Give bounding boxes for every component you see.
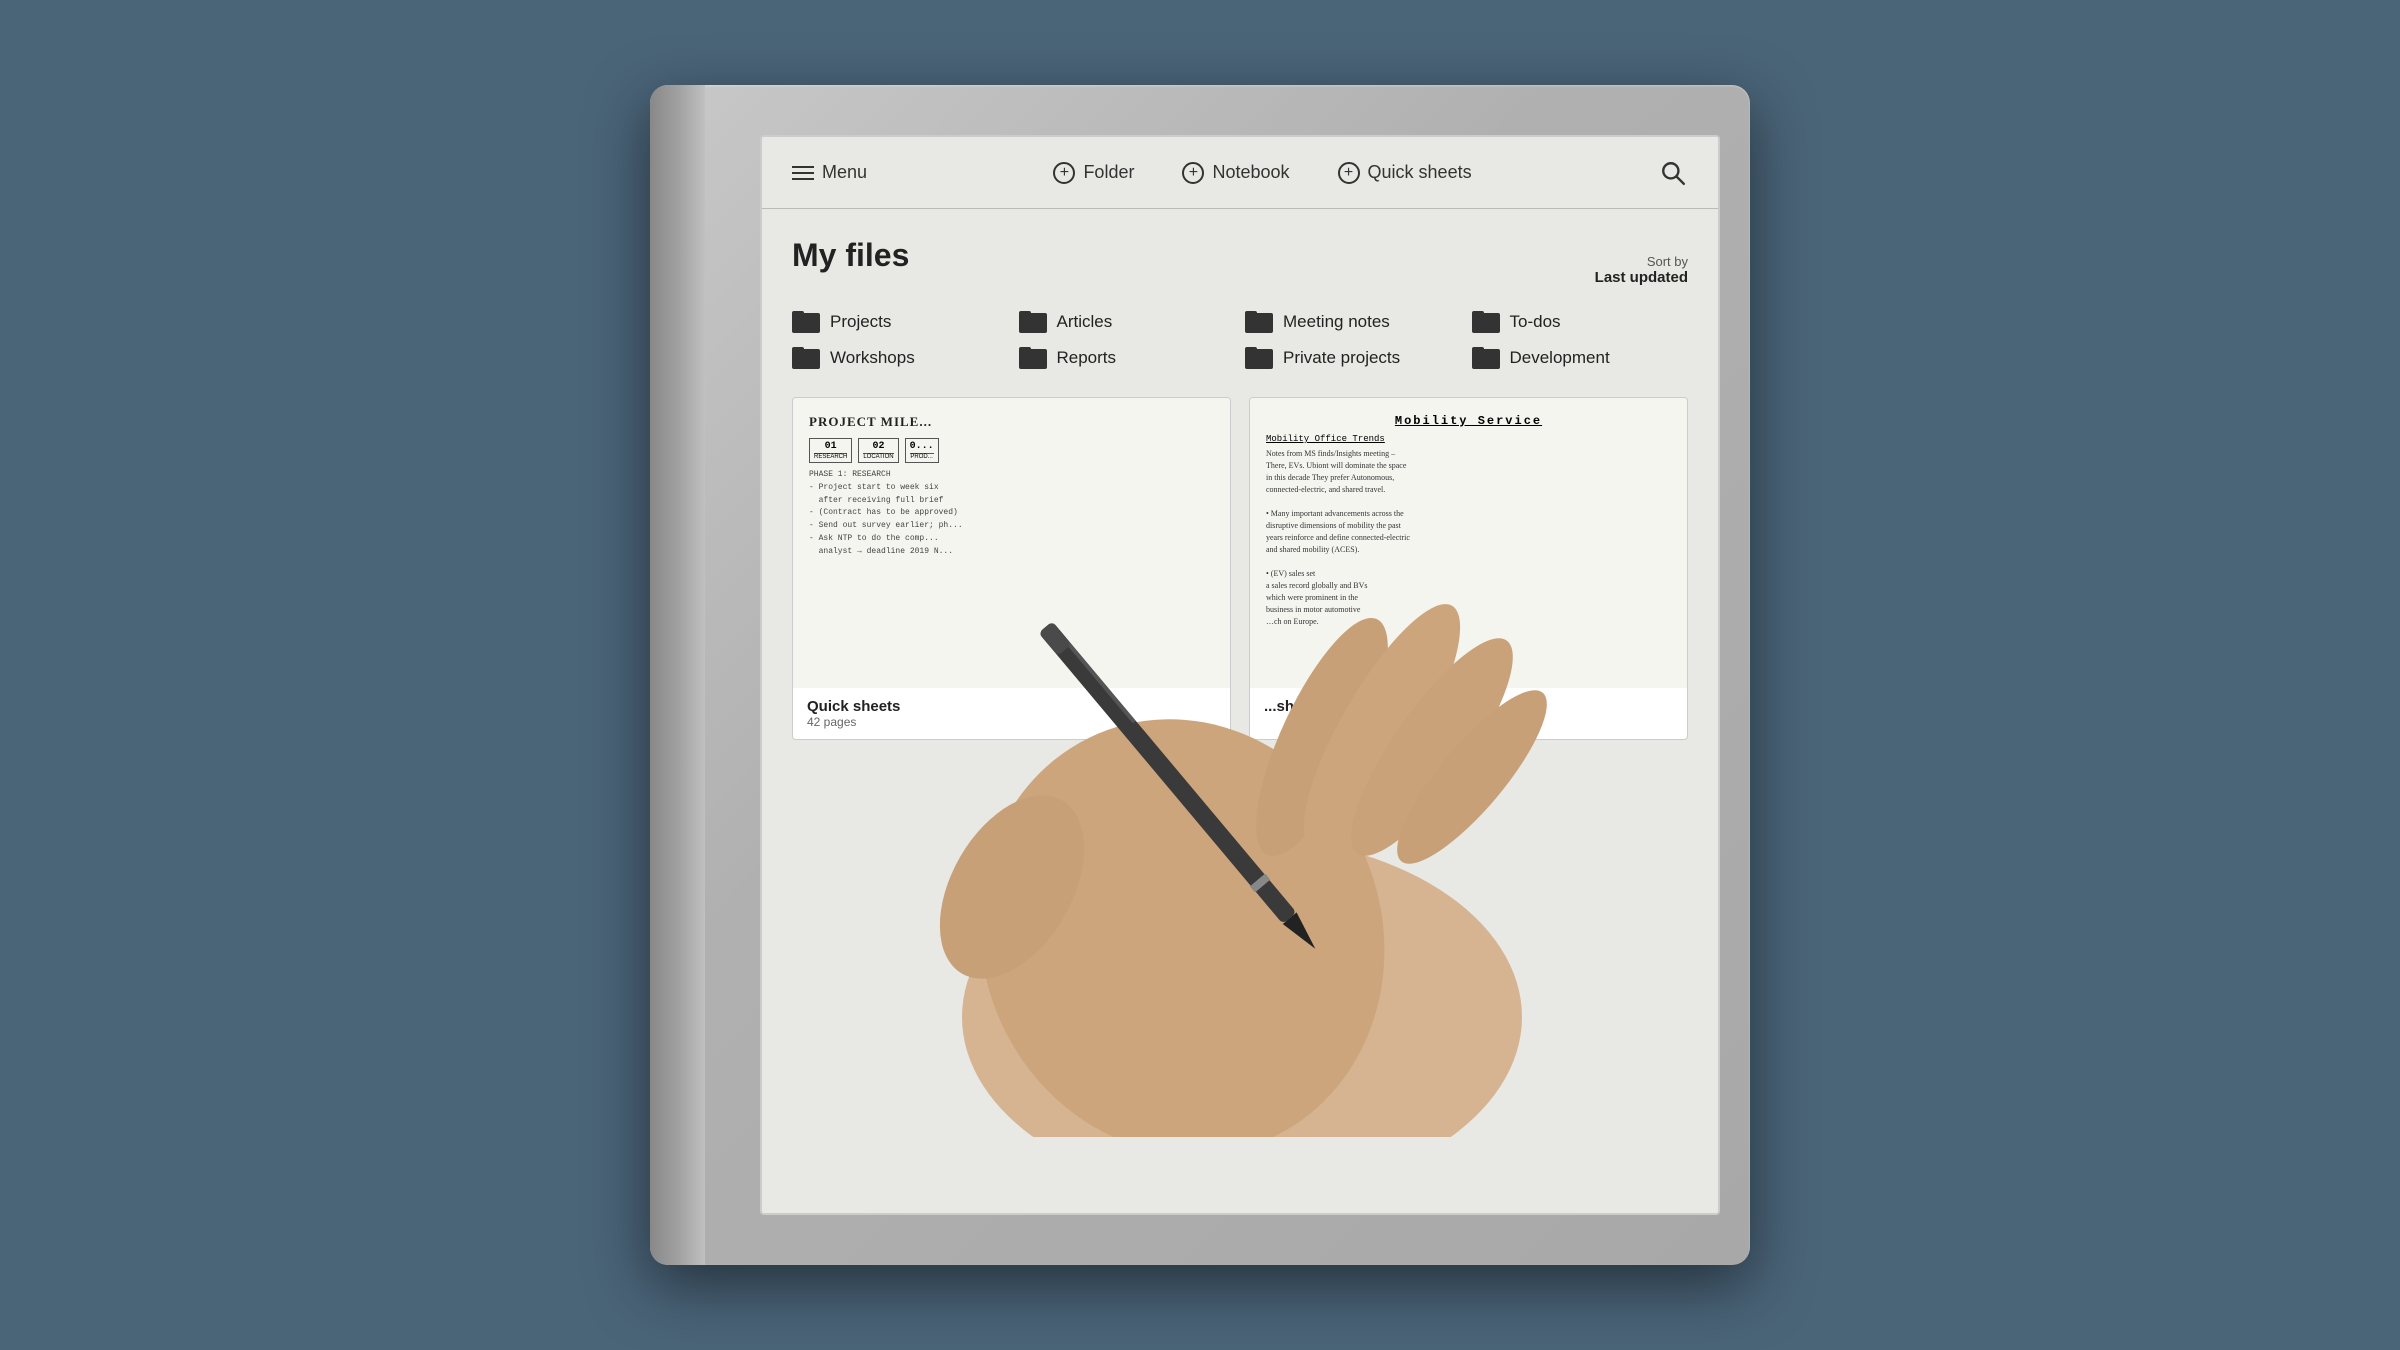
preview-project-title: Project Mile... <box>809 414 1214 430</box>
quick-sheets-title: Quick sheets <box>807 698 1216 715</box>
folder-icon-private-projects <box>1245 347 1273 369</box>
folder-name-reports: Reports <box>1057 348 1117 368</box>
sort-container: Sort by Last updated <box>1595 254 1688 287</box>
folder-item-private-projects[interactable]: Private projects <box>1245 347 1462 369</box>
menu-label: Menu <box>822 162 867 183</box>
device-spine <box>650 85 705 1265</box>
folder-icon-todos <box>1472 311 1500 333</box>
add-folder-icon: + <box>1053 162 1075 184</box>
folder-item-meeting-notes[interactable]: Meeting notes <box>1245 311 1462 333</box>
section-header: My files Sort by Last updated <box>792 237 1688 287</box>
folder-name-todos: To-dos <box>1510 312 1561 332</box>
notebook-label: Notebook <box>1212 162 1289 183</box>
navbar-center: + Folder + Notebook + Quick sheets <box>1053 162 1471 184</box>
mobility-preview-text: Notes from MS finds/Insights meeting – T… <box>1266 448 1671 628</box>
hamburger-icon <box>792 166 814 180</box>
folder-name-development: Development <box>1510 348 1610 368</box>
folder-item-todos[interactable]: To-dos <box>1472 311 1689 333</box>
search-icon <box>1660 160 1686 186</box>
mobility-preview: Mobility Service Mobility Office Trends … <box>1250 398 1687 688</box>
add-notebook-icon: + <box>1182 162 1204 184</box>
folder-item-reports[interactable]: Reports <box>1019 347 1236 369</box>
mobility-card-title: Mobility Service <box>1266 414 1671 428</box>
folder-icon-projects <box>792 311 820 333</box>
folder-item-development[interactable]: Development <box>1472 347 1689 369</box>
quick-sheets-footer: Quick sheets 42 pages <box>793 688 1230 739</box>
cards-row: Project Mile... 01 RESEARCH 02 LOCATION <box>792 397 1688 740</box>
folder-item-projects[interactable]: Projects <box>792 311 1009 333</box>
main-content: My files Sort by Last updated Projects <box>762 209 1718 760</box>
mobility-footer: ...sheets <box>1250 688 1687 725</box>
quick-sheets-card[interactable]: Project Mile... 01 RESEARCH 02 LOCATION <box>792 397 1231 740</box>
folder-name-projects: Projects <box>830 312 891 332</box>
mobility-card-subtitle: Mobility Office Trends <box>1266 434 1671 444</box>
folder-name-meeting-notes: Meeting notes <box>1283 312 1390 332</box>
quick-sheets-subtitle: 42 pages <box>807 715 1216 729</box>
navbar: Menu + Folder + Notebook + Quick sheets <box>762 137 1718 209</box>
folder-icon-articles <box>1019 311 1047 333</box>
folder-item-articles[interactable]: Articles <box>1019 311 1236 333</box>
folder-name-articles: Articles <box>1057 312 1113 332</box>
folder-name-private-projects: Private projects <box>1283 348 1400 368</box>
screen: Menu + Folder + Notebook + Quick sheets <box>760 135 1720 1215</box>
folder-icon-meeting-notes <box>1245 311 1273 333</box>
quick-sheets-preview: Project Mile... 01 RESEARCH 02 LOCATION <box>793 398 1230 688</box>
device: Menu + Folder + Notebook + Quick sheets <box>650 85 1750 1265</box>
folder-label: Folder <box>1083 162 1134 183</box>
mobility-service-card[interactable]: Mobility Service Mobility Office Trends … <box>1249 397 1688 740</box>
folder-icon-reports <box>1019 347 1047 369</box>
search-button[interactable] <box>1658 158 1688 188</box>
add-notebook-button[interactable]: + Notebook <box>1182 162 1289 184</box>
folder-icon-workshops <box>792 347 820 369</box>
add-quicksheets-icon: + <box>1338 162 1360 184</box>
add-folder-button[interactable]: + Folder <box>1053 162 1134 184</box>
folder-item-workshops[interactable]: Workshops <box>792 347 1009 369</box>
preview-phase-text: PHASE 1: RESEARCH - Project start to wee… <box>809 469 1214 559</box>
page-title: My files <box>792 237 909 274</box>
folder-name-workshops: Workshops <box>830 348 915 368</box>
add-quicksheets-button[interactable]: + Quick sheets <box>1338 162 1472 184</box>
quicksheets-label: Quick sheets <box>1368 162 1472 183</box>
mobility-sheets-label: ...sheets <box>1264 698 1673 715</box>
sort-label: Sort by <box>1595 254 1688 269</box>
week-grid: 01 RESEARCH 02 LOCATION 0... PROD... <box>809 438 1214 463</box>
sort-value: Last updated <box>1595 269 1688 286</box>
folder-icon-development <box>1472 347 1500 369</box>
folders-grid: Projects Articles Meeting notes <box>792 311 1688 369</box>
menu-button[interactable]: Menu <box>792 162 867 183</box>
